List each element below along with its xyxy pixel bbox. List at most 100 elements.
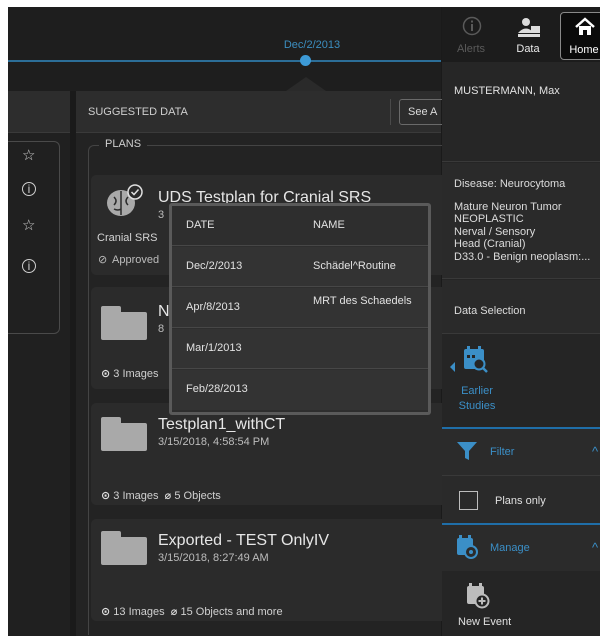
patient-data-icon xyxy=(518,18,540,37)
plan-status: Approved xyxy=(112,254,160,266)
study-row[interactable]: Mar/1/2013 xyxy=(172,329,428,369)
plan-timestamp: 3 xyxy=(158,209,165,221)
disease-info: Disease: Neurocytoma Mature Neuron Tumor… xyxy=(442,163,600,279)
home-icon xyxy=(575,17,595,35)
brain-icon xyxy=(107,184,143,216)
objects-icon: ⌀ xyxy=(170,606,178,618)
images-icon: ⊙ xyxy=(101,606,111,618)
earlier-studies-popup: DATE NAME Dec/2/2013 Schädel^Routine Apr… xyxy=(169,203,431,415)
plan-category: Cranial SRS xyxy=(97,232,158,244)
filter-icon xyxy=(457,442,477,460)
timeline-pointer xyxy=(286,77,326,91)
study-name: Schädel^Routine xyxy=(313,260,396,272)
disease-detail: NEOPLASTIC xyxy=(454,213,524,225)
images-icon: ⊙ xyxy=(101,368,111,380)
calendar-search-icon xyxy=(464,346,488,373)
earlier-studies-button[interactable]: Earlier Studies xyxy=(442,335,600,427)
disease-detail: Nerval / Sensory xyxy=(454,225,536,238)
suggested-data-title: SUGGESTED DATA xyxy=(88,106,188,118)
plan-stats: ⊙ 3 Images xyxy=(101,367,159,380)
disease-detail: Mature Neuron Tumor xyxy=(454,200,562,213)
right-panel: Alerts Data Home MUSTERMANN, Max Disease… xyxy=(442,7,600,636)
suggested-data-header: SUGGESTED DATA See A xyxy=(76,91,449,133)
alert-icon xyxy=(462,16,482,36)
header-divider xyxy=(390,99,391,125)
study-row[interactable]: Dec/2/2013 Schädel^Routine xyxy=(172,247,428,287)
timeline-marker[interactable] xyxy=(300,55,311,66)
plans-only-label: Plans only xyxy=(495,495,546,507)
study-row[interactable]: Feb/28/2013 xyxy=(172,370,428,410)
tab-alerts-label: Alerts xyxy=(456,43,486,55)
plan-timestamp: 3/15/2018, 8:27:49 AM xyxy=(158,552,269,564)
chevron-up-icon: ^ xyxy=(592,444,599,459)
plan-name: Exported - TEST OnlyIV xyxy=(158,532,330,549)
earlier-studies-label: Earlier Studies xyxy=(458,385,496,412)
patient-info: MUSTERMANN, Max xyxy=(442,62,600,162)
top-tabs: Alerts Data Home xyxy=(442,7,600,62)
left-panel-list: ☆ i ☆ i xyxy=(8,141,60,334)
chevron-left-icon xyxy=(450,362,455,372)
tab-alerts[interactable]: Alerts xyxy=(445,12,497,60)
plan-card[interactable]: Testplan1_withCT 3/15/2018, 4:58:54 PM ⊙… xyxy=(91,403,446,505)
info-icon[interactable]: i xyxy=(22,182,36,196)
plans-legend: PLANS xyxy=(99,138,148,150)
popup-header-row: DATE NAME xyxy=(172,206,428,246)
timeline-track[interactable] xyxy=(8,60,441,62)
plan-stats: ⊙ 3 Images ⌀ 5 Objects xyxy=(101,489,221,502)
tab-data-label: Data xyxy=(516,43,540,55)
plan-card[interactable]: Exported - TEST OnlyIV 3/15/2018, 8:27:4… xyxy=(91,519,446,621)
left-panel-header xyxy=(8,91,70,133)
plan-timestamp: 3/15/2018, 4:58:54 PM xyxy=(158,436,270,448)
patient-name: MUSTERMANN, Max xyxy=(454,85,560,97)
plan-name: Testplan1_withCT xyxy=(158,416,286,433)
plan-stats: ⊙ 13 Images ⌀ 15 Objects and more xyxy=(101,605,283,618)
app-window: Dec/2/2013 ☆ i ☆ i SUGGESTED DATA See A … xyxy=(8,7,600,636)
plans-only-row[interactable]: Plans only xyxy=(442,475,600,523)
timeline-selected-date: Dec/2/2013 xyxy=(283,39,341,51)
calendar-settings-icon xyxy=(457,535,478,559)
images-count: 3 Images xyxy=(113,490,159,502)
chevron-up-icon: ^ xyxy=(592,540,599,555)
study-name: MRT des Schaedels xyxy=(313,295,412,307)
manage-section-header[interactable]: Manage ^ xyxy=(442,523,600,571)
objects-count: 5 Objects xyxy=(174,490,221,502)
data-selection[interactable]: Data Selection xyxy=(442,280,600,334)
disease-label: Disease: Neurocytoma xyxy=(454,178,566,190)
objects-count: 15 Objects and more xyxy=(180,606,283,618)
disease-detail: D33.0 - Benign neoplasm:... xyxy=(454,250,591,263)
left-panel: ☆ i ☆ i xyxy=(8,91,70,636)
images-count: 3 Images xyxy=(113,368,159,380)
approved-icon: ⊘ xyxy=(98,254,108,266)
disease-detail: Head (Cranial) xyxy=(454,238,526,250)
timeline[interactable]: Dec/2/2013 xyxy=(8,7,441,91)
tab-data[interactable]: Data xyxy=(502,12,554,60)
study-row[interactable]: Apr/8/2013 MRT des Schaedels xyxy=(172,288,428,328)
star-icon[interactable]: ☆ xyxy=(22,216,35,234)
folder-icon xyxy=(101,306,147,340)
star-icon[interactable]: ☆ xyxy=(22,146,35,164)
new-event-button[interactable]: New Event xyxy=(442,571,600,636)
name-column-header: NAME xyxy=(313,219,345,231)
filter-section-header[interactable]: Filter ^ xyxy=(442,427,600,475)
calendar-add-icon xyxy=(467,583,490,609)
info-icon[interactable]: i xyxy=(22,259,36,273)
folder-icon xyxy=(101,417,147,451)
study-date: Feb/28/2013 xyxy=(186,383,248,395)
tab-home[interactable]: Home xyxy=(560,12,600,60)
new-event-label: New Event xyxy=(458,616,512,628)
study-date: Mar/1/2013 xyxy=(186,342,242,354)
images-icon: ⊙ xyxy=(101,490,111,502)
filter-label: Filter xyxy=(490,446,515,458)
plan-name: N xyxy=(158,303,170,320)
study-date: Dec/2/2013 xyxy=(186,260,243,272)
plans-only-checkbox[interactable] xyxy=(459,491,478,510)
manage-label: Manage xyxy=(490,542,530,554)
objects-icon: ⌀ xyxy=(164,490,172,502)
folder-icon xyxy=(101,531,147,565)
images-count: 13 Images xyxy=(113,606,165,618)
date-column-header: DATE xyxy=(186,219,215,231)
data-selection-label: Data Selection xyxy=(454,305,526,317)
plan-timestamp: 8 xyxy=(158,323,165,335)
study-date: Apr/8/2013 xyxy=(186,301,240,313)
tab-home-label: Home xyxy=(569,44,599,56)
